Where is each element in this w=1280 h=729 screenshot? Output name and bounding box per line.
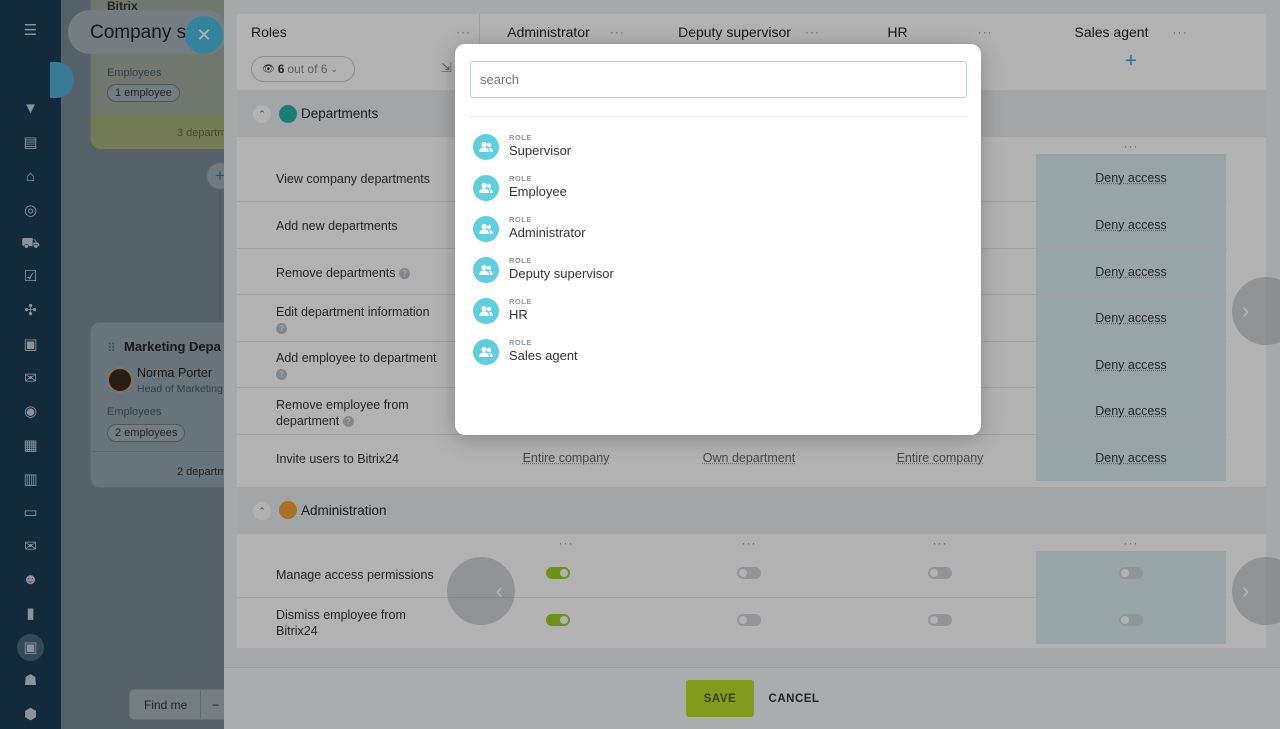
role-tag: ROLE — [509, 297, 532, 306]
role-option-hr[interactable]: ROLE HR — [473, 294, 893, 328]
role-group-icon — [473, 216, 499, 242]
role-name: Supervisor — [509, 143, 572, 158]
role-name: Administrator — [509, 225, 586, 240]
role-group-icon — [473, 175, 499, 201]
role-tag: ROLE — [509, 174, 532, 183]
role-option-administrator[interactable]: ROLE Administrator — [473, 212, 893, 246]
divider — [470, 116, 967, 117]
search-input[interactable] — [470, 61, 967, 98]
role-name: Sales agent — [509, 348, 578, 363]
role-name: HR — [509, 307, 528, 322]
role-name: Employee — [509, 184, 567, 199]
role-option-deputy-supervisor[interactable]: ROLE Deputy supervisor — [473, 253, 893, 287]
role-tag: ROLE — [509, 338, 532, 347]
role-tag: ROLE — [509, 215, 532, 224]
role-group-icon — [473, 134, 499, 160]
role-option-employee[interactable]: ROLE Employee — [473, 171, 893, 205]
role-group-icon — [473, 257, 499, 283]
role-tag: ROLE — [509, 133, 532, 142]
role-option-supervisor[interactable]: ROLE Supervisor — [473, 130, 893, 164]
role-group-icon — [473, 339, 499, 365]
role-option-sales-agent[interactable]: ROLE Sales agent — [473, 335, 893, 369]
role-name: Deputy supervisor — [509, 266, 614, 281]
role-group-icon — [473, 298, 499, 324]
role-tag: ROLE — [509, 256, 532, 265]
role-selector-popup: ROLE Supervisor ROLE Employee ROLE Admin… — [455, 44, 981, 435]
